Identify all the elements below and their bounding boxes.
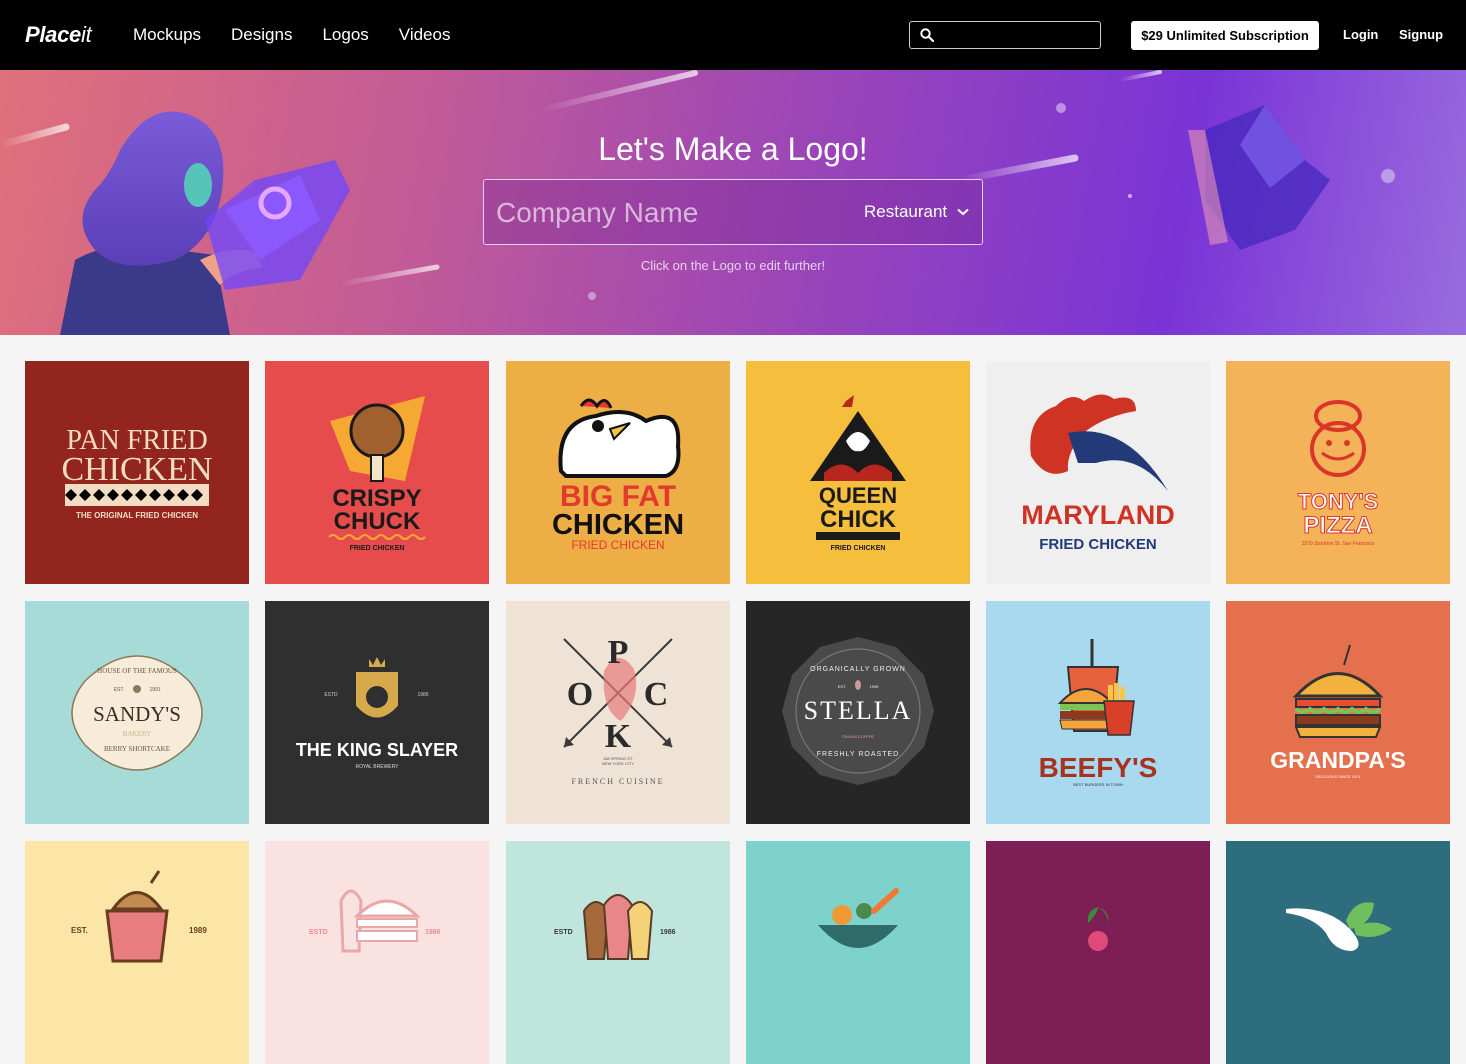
checker-pattern	[65, 484, 209, 506]
placeit-logo[interactable]: Placeit	[25, 22, 92, 48]
logo-tagline: FRIED CHICKEN	[571, 538, 664, 552]
logo-tile-pan-fried-chicken[interactable]: PAN FRIED CHICKEN THE ORIGINAL FRIED CHI…	[25, 361, 249, 584]
milkshake-icon	[626, 901, 654, 960]
logo-tile-crispy-chuck[interactable]: CRISPY CHUCK FRIED CHICKEN	[265, 361, 489, 584]
search-icon	[920, 28, 934, 42]
hero-banner: Let's Make a Logo! Restaurant Click on t…	[0, 70, 1466, 335]
logo-text: 1986	[425, 929, 441, 936]
logo-text: 1989	[189, 926, 207, 935]
nav-link-mockups[interactable]: Mockups	[133, 25, 201, 45]
logo-text: CHICKEN	[552, 509, 684, 541]
logo-text: PIZZA	[1303, 512, 1372, 539]
logo-tile-tonys-pizza[interactable]: TONY'S PIZZA 1570 Stockton St. San Franc…	[1226, 361, 1450, 584]
company-name-form: Restaurant	[483, 179, 983, 245]
logo-text: 1991	[149, 687, 160, 693]
logo-text: P	[608, 634, 629, 671]
logo-tagline: BERRY SHORTCAKE	[104, 745, 170, 753]
tile-background	[746, 841, 970, 1064]
logo-text: ITALIAN COFFEE	[842, 734, 874, 739]
logo-text: CHICKEN	[61, 451, 212, 488]
tile-background	[986, 841, 1210, 1064]
logo-text: O	[567, 676, 593, 713]
logo-text: K	[605, 718, 632, 755]
logo-tagline: FRENCH CUISINE	[571, 777, 664, 786]
logo-text: ESTD	[554, 929, 573, 936]
logo-tile-burger-shake[interactable]: ESTD 1986	[265, 841, 489, 1064]
logo-text: C	[644, 676, 669, 713]
logo-text: 1996	[870, 684, 880, 689]
logo-tile-salad-bowl[interactable]	[746, 841, 970, 1064]
logo-text: STELLA	[804, 696, 913, 725]
logo-tile-king-slayer[interactable]: ESTD 1986 THE KING SLAYER ROYAL BREWERY	[265, 601, 489, 824]
logo-tile-stella[interactable]: ORGANICALLY GROWN EST. 1996 STELLA ITALI…	[746, 601, 970, 824]
logo-text: EST.	[71, 926, 88, 935]
chevron-down-icon	[957, 208, 969, 216]
logo-text: ORGANICALLY GROWN	[810, 666, 906, 673]
logo-text: BEEFY'S	[1039, 752, 1158, 783]
orange-icon	[832, 905, 852, 925]
logo-tagline: FRIED CHICKEN	[350, 545, 405, 552]
category-select[interactable]: Restaurant	[864, 202, 969, 222]
tile-background	[265, 841, 489, 1064]
milkshake-icon	[602, 894, 634, 960]
logo-text: MARYLAND	[1021, 500, 1174, 530]
drumstick-icon	[349, 403, 405, 459]
logo-text: SANDY'S	[93, 702, 181, 726]
top-navbar: Placeit Mockups Designs Logos Videos $29…	[0, 0, 1466, 70]
fries-icon	[1103, 700, 1135, 736]
logo-tagline: FRIED CHICKEN	[1039, 536, 1157, 553]
logo-tile-beet[interactable]	[986, 841, 1210, 1064]
category-select-value: Restaurant	[864, 202, 948, 221]
chicken-icon	[558, 410, 681, 478]
logo-tile-milkshakes[interactable]: ESTD 1986	[506, 841, 730, 1064]
logo-text: QUEEN	[819, 483, 897, 508]
logo-text: HOUSE OF THE FAMOUS	[97, 667, 177, 675]
search-input[interactable]	[940, 27, 1100, 43]
logo-tile-queen-chick[interactable]: QUEEN CHICK FRIED CHICKEN	[746, 361, 970, 584]
tile-background	[1226, 361, 1450, 584]
logo-text: EST.	[114, 687, 125, 693]
logo-tagline: DELICIOUS SINCE 1971	[1316, 774, 1362, 779]
logo-tagline: FRESHLY ROASTED	[817, 751, 899, 758]
logo-text: 1986	[417, 692, 428, 698]
tile-background	[1226, 601, 1450, 824]
logo-tagline: ROYAL BREWERY	[356, 764, 400, 770]
logo-text: TONY'S	[1298, 489, 1379, 514]
logo-tagline: THE ORIGINAL FRIED CHICKEN	[76, 511, 198, 520]
nav-link-designs[interactable]: Designs	[231, 25, 292, 45]
logo-tile-big-fat-chicken[interactable]: BIG FAT CHICKEN FRIED CHICKEN	[506, 361, 730, 584]
nav-link-videos[interactable]: Videos	[399, 25, 451, 45]
tile-background	[1226, 841, 1450, 1064]
logo-text: THE KING SLAYER	[296, 740, 458, 760]
nav-link-logos[interactable]: Logos	[322, 25, 368, 45]
logo-text: ESTD	[324, 692, 338, 698]
logo-text: CHICK	[820, 506, 897, 533]
logo-text: CHUCK	[334, 508, 421, 535]
logo-text: BAKERY	[123, 730, 151, 738]
logo-tile-pock[interactable]: P O C K 158 SPRING ST. NEW YORK CITY FRE…	[506, 601, 730, 824]
logo-text: GRANDPA'S	[1270, 747, 1405, 773]
beet-icon	[1088, 931, 1108, 951]
logo-tile-ice-cream[interactable]: EST. 1989	[25, 841, 249, 1064]
logo-text: ESTD	[309, 929, 328, 936]
login-link[interactable]: Login	[1343, 27, 1378, 42]
hero-hint: Click on the Logo to edit further!	[640, 258, 826, 273]
logo-text: NEW YORK CITY	[602, 761, 634, 766]
logo-text: EST.	[838, 684, 846, 689]
signup-link[interactable]: Signup	[1399, 27, 1443, 42]
logo-tagline: FRIED CHICKEN	[831, 545, 886, 552]
logo-tile-sandys[interactable]: HOUSE OF THE FAMOUS EST. 1991 SANDY'S BA…	[25, 601, 249, 824]
hero-title: Let's Make a Logo!	[598, 131, 868, 167]
logo-tile-spoon-leaf[interactable]	[1226, 841, 1450, 1064]
logo-tagline: BEST BURGERS IN TOWN	[1073, 782, 1123, 787]
main-nav: Mockups Designs Logos Videos	[133, 25, 450, 45]
company-name-input[interactable]	[496, 194, 836, 232]
logo-text: 1986	[660, 929, 676, 936]
logo-tile-maryland-fried-chicken[interactable]: MARYLAND FRIED CHICKEN	[986, 361, 1210, 584]
logo-tile-beefys[interactable]: BEEFY'S BEST BURGERS IN TOWN	[986, 601, 1210, 824]
logo-tile-grandpas[interactable]: GRANDPA'S DELICIOUS SINCE 1971	[1226, 601, 1450, 824]
logo-tagline: 1570 Stockton St. San Francisco	[1302, 541, 1375, 547]
subscription-button[interactable]: $29 Unlimited Subscription	[1131, 21, 1319, 50]
search-box[interactable]	[909, 21, 1101, 49]
